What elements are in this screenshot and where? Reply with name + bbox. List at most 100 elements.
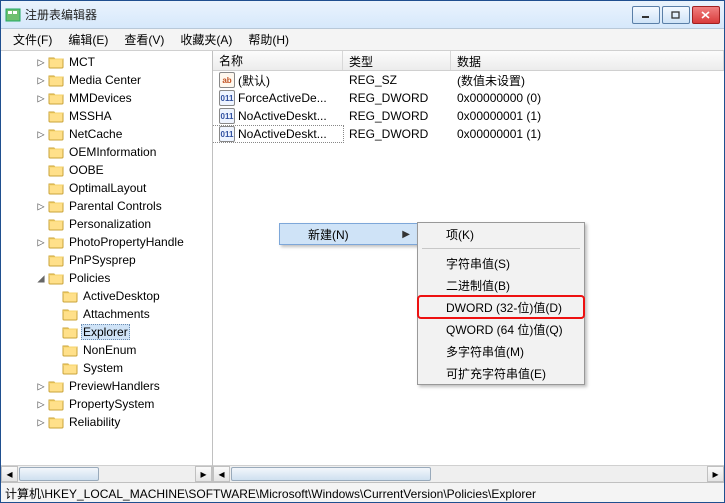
- value-type: REG_DWORD: [343, 127, 451, 141]
- tree-item-label: Media Center: [67, 73, 143, 87]
- tree-item-label: NonEnum: [81, 343, 138, 357]
- close-button[interactable]: [692, 6, 720, 24]
- content-area: ▷MCT▷Media Center▷MMDevicesMSSHA▷NetCach…: [1, 51, 724, 482]
- tree-item-label: System: [81, 361, 125, 375]
- tree-item-label: PnPSysprep: [67, 253, 138, 267]
- menu-view[interactable]: 查看(V): [116, 29, 172, 50]
- header-name[interactable]: 名称: [213, 51, 343, 70]
- folder-icon: [48, 181, 64, 195]
- menu-file[interactable]: 文件(F): [5, 29, 60, 50]
- tree-item[interactable]: ▷ PropertySystem: [1, 395, 212, 413]
- tree-item-label: Parental Controls: [67, 199, 164, 213]
- tree-item[interactable]: Attachments: [1, 305, 212, 323]
- tree-item[interactable]: Personalization: [1, 215, 212, 233]
- tree-item-label: Policies: [67, 271, 112, 285]
- ctx-new-label: 新建(N): [308, 226, 349, 243]
- scroll-right-icon[interactable]: ▸: [195, 466, 212, 482]
- value-type: REG_DWORD: [343, 91, 451, 105]
- context-menu: 新建(N) ▶: [279, 223, 419, 245]
- ctx-qword[interactable]: QWORD (64 位)值(Q): [418, 318, 584, 340]
- ctx-expand[interactable]: 可扩充字符串值(E): [418, 362, 584, 384]
- dword-value-icon: 011: [219, 108, 235, 124]
- value-data: 0x00000001 (1): [451, 109, 724, 123]
- window-title: 注册表编辑器: [25, 6, 632, 23]
- tree-item[interactable]: ▷ Reliability: [1, 413, 212, 431]
- expand-icon[interactable]: ▷: [35, 127, 47, 141]
- ctx-string[interactable]: 字符串值(S): [418, 252, 584, 274]
- expand-icon[interactable]: ▷: [35, 199, 47, 213]
- tree-item[interactable]: ▷MCT: [1, 53, 212, 71]
- value-data: (数值未设置): [451, 72, 724, 89]
- tree-item-label: OOBE: [67, 163, 106, 177]
- expand-icon[interactable]: ▷: [35, 235, 47, 249]
- submenu-arrow-icon: ▶: [402, 229, 410, 240]
- collapse-icon[interactable]: ◢: [35, 271, 47, 285]
- tree-item[interactable]: OptimalLayout: [1, 179, 212, 197]
- tree-item[interactable]: MSSHA: [1, 107, 212, 125]
- scroll-left-icon[interactable]: ◂: [1, 466, 18, 482]
- scroll-thumb[interactable]: [19, 467, 99, 481]
- folder-icon: [48, 127, 64, 141]
- menu-help[interactable]: 帮助(H): [240, 29, 297, 50]
- tree-item[interactable]: OOBE: [1, 161, 212, 179]
- ctx-new[interactable]: 新建(N) ▶: [279, 223, 419, 245]
- folder-icon: [48, 397, 64, 411]
- expand-icon[interactable]: ▷: [35, 415, 47, 429]
- tree-hscroll[interactable]: ◂ ▸: [1, 465, 212, 482]
- tree-item[interactable]: OEMInformation: [1, 143, 212, 161]
- scroll-track[interactable]: [18, 466, 195, 482]
- value-row[interactable]: 011NoActiveDeskt...REG_DWORD0x00000001 (…: [213, 107, 724, 125]
- header-data[interactable]: 数据: [451, 51, 724, 70]
- ctx-binary[interactable]: 二进制值(B): [418, 274, 584, 296]
- value-data: 0x00000001 (1): [451, 127, 724, 141]
- ctx-dword[interactable]: DWORD (32-位)值(D): [418, 296, 584, 318]
- tree-item[interactable]: ▷ PreviewHandlers: [1, 377, 212, 395]
- tree-item[interactable]: ◢ Policies: [1, 269, 212, 287]
- tree-item-label: PropertySystem: [67, 397, 156, 411]
- expand-icon[interactable]: ▷: [35, 55, 47, 69]
- tree-item-label: PhotoPropertyHandle: [67, 235, 186, 249]
- tree-item-label: ActiveDesktop: [81, 289, 162, 303]
- titlebar[interactable]: 注册表编辑器: [1, 1, 724, 29]
- scroll-left-icon[interactable]: ◂: [213, 466, 230, 482]
- tree-item[interactable]: ▷MMDevices: [1, 89, 212, 107]
- context-submenu: 项(K) 字符串值(S) 二进制值(B) DWORD (32-位)值(D) QW…: [417, 222, 585, 385]
- menu-favorites[interactable]: 收藏夹(A): [172, 29, 240, 50]
- tree-item[interactable]: NonEnum: [1, 341, 212, 359]
- value-row[interactable]: 011NoActiveDeskt...REG_DWORD0x00000001 (…: [213, 125, 724, 143]
- tree-item[interactable]: PnPSysprep: [1, 251, 212, 269]
- ctx-key-label: 项(K): [446, 226, 474, 243]
- tree-item-label: MSSHA: [67, 109, 114, 123]
- ctx-key[interactable]: 项(K): [418, 223, 584, 245]
- tree-item-label: Reliability: [67, 415, 122, 429]
- ctx-multi[interactable]: 多字符串值(M): [418, 340, 584, 362]
- value-row[interactable]: 011ForceActiveDe...REG_DWORD0x00000000 (…: [213, 89, 724, 107]
- tree-item[interactable]: System: [1, 359, 212, 377]
- value-row[interactable]: ab(默认)REG_SZ(数值未设置): [213, 71, 724, 89]
- expand-icon[interactable]: ▷: [35, 73, 47, 87]
- scroll-thumb[interactable]: [231, 467, 431, 481]
- folder-icon: [62, 307, 78, 321]
- scroll-track[interactable]: [230, 466, 707, 482]
- folder-icon: [48, 109, 64, 123]
- tree-item[interactable]: ▷NetCache: [1, 125, 212, 143]
- folder-icon: [48, 73, 64, 87]
- context-menu-root: 新建(N) ▶ 项(K) 字符串值(S) 二进制值(B) DWORD (32-位…: [279, 223, 419, 245]
- expand-icon[interactable]: ▷: [35, 379, 47, 393]
- tree-item[interactable]: ▷ Media Center: [1, 71, 212, 89]
- header-type[interactable]: 类型: [343, 51, 451, 70]
- tree-view[interactable]: ▷MCT▷Media Center▷MMDevicesMSSHA▷NetCach…: [1, 51, 212, 465]
- tree-item[interactable]: ▷ Parental Controls: [1, 197, 212, 215]
- tree-item[interactable]: ▷ PhotoPropertyHandle: [1, 233, 212, 251]
- maximize-button[interactable]: [662, 6, 690, 24]
- list-hscroll[interactable]: ◂ ▸: [213, 465, 724, 482]
- tree-item-label: PreviewHandlers: [67, 379, 162, 393]
- menu-edit[interactable]: 编辑(E): [60, 29, 116, 50]
- expand-icon[interactable]: ▷: [35, 397, 47, 411]
- scroll-right-icon[interactable]: ▸: [707, 466, 724, 482]
- folder-icon: [48, 253, 64, 267]
- expand-icon[interactable]: ▷: [35, 91, 47, 105]
- tree-item[interactable]: Explorer: [1, 323, 212, 341]
- tree-item[interactable]: ActiveDesktop: [1, 287, 212, 305]
- minimize-button[interactable]: [632, 6, 660, 24]
